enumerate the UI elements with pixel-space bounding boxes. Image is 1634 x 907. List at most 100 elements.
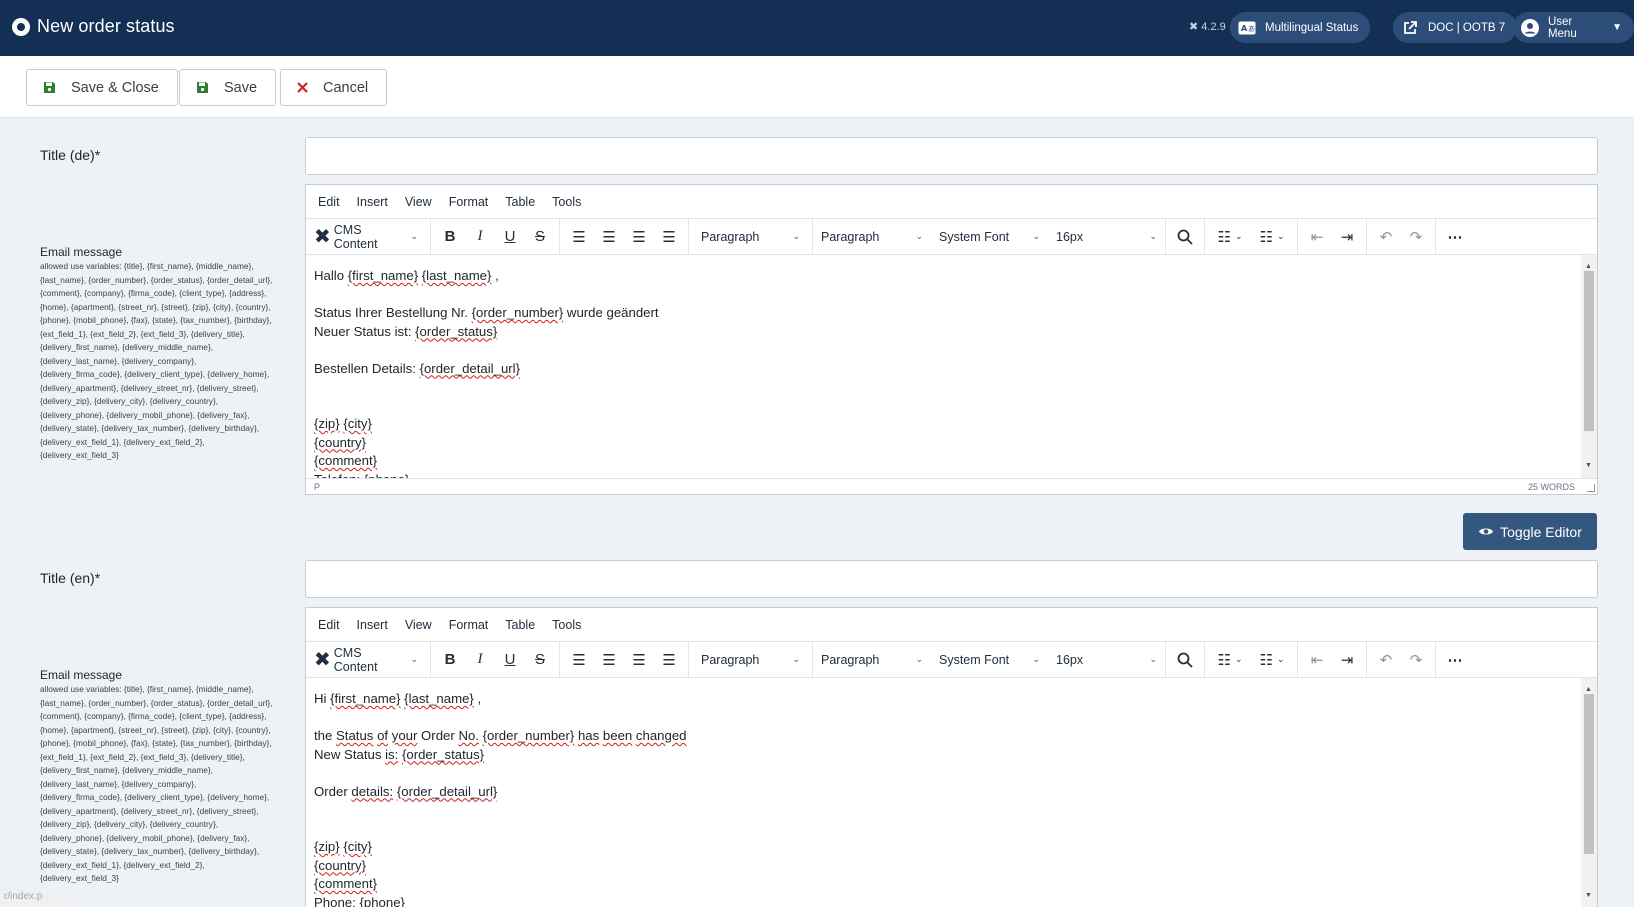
italic-button[interactable]: I xyxy=(465,223,495,251)
editor-line xyxy=(314,801,1589,820)
numbered-list-icon[interactable]: ☷ ⌄ xyxy=(1251,646,1293,674)
menu-format[interactable]: Format xyxy=(449,618,489,632)
status-circle-icon xyxy=(12,18,30,36)
menu-edit[interactable]: Edit xyxy=(318,618,340,632)
menu-table[interactable]: Table xyxy=(505,195,535,209)
editor-content-de[interactable]: ▲ ▼ Hallo {first_name} {last_name} , Sta… xyxy=(306,255,1597,478)
toggle-editor-button[interactable]: Toggle Editor xyxy=(1463,513,1597,550)
editor-line xyxy=(314,709,1589,728)
redo-icon[interactable]: ↷ xyxy=(1401,223,1431,251)
undo-icon[interactable]: ↶ xyxy=(1371,646,1401,674)
word-count: 25 WORDS xyxy=(1527,481,1575,492)
editor-line: {country} xyxy=(314,434,367,450)
underline-button[interactable]: U xyxy=(495,223,525,251)
editor-content-en[interactable]: ▲ ▼ Hi {first_name} {last_name} , the St… xyxy=(306,678,1597,907)
outdent-icon[interactable]: ⇤ xyxy=(1302,646,1332,674)
numbered-list-icon[interactable]: ☷ ⌄ xyxy=(1251,223,1293,251)
align-left-icon[interactable]: ☰ xyxy=(564,646,594,674)
chevron-down-icon: ⌄ xyxy=(915,231,923,241)
status-url-hint: r/index.p xyxy=(0,888,68,907)
external-link-icon xyxy=(1400,18,1420,38)
editor-line xyxy=(314,378,1589,397)
joomla-icon: ✖ xyxy=(1189,21,1199,33)
underline-button[interactable]: U xyxy=(495,646,525,674)
email-editor-en: Edit Insert View Format Table Tools ✖ CM… xyxy=(305,607,1598,907)
editor-line xyxy=(314,286,1589,305)
strikethrough-button[interactable]: S xyxy=(525,223,555,251)
editor-line: Phone: {phone} xyxy=(314,894,405,907)
chevron-down-icon: ⌄ xyxy=(792,231,800,241)
menu-insert[interactable]: Insert xyxy=(357,618,388,632)
font-family-dropdown[interactable]: System Font ⌄ xyxy=(931,223,1048,251)
cms-content-dropdown[interactable]: ✖ CMS Content ⌄ xyxy=(310,223,426,251)
align-right-icon[interactable]: ☰ xyxy=(624,646,654,674)
editor-toolbar: ✖ CMS Content ⌄ B I U S ☰ ☰ ☰ ☰ Paragrap… xyxy=(306,219,1597,255)
bullet-list-icon[interactable]: ☷ ⌄ xyxy=(1209,223,1251,251)
user-menu-button[interactable]: User Menu ▼ xyxy=(1513,12,1634,43)
allowed-variables-en: allowed use variables: {title}, {first_n… xyxy=(40,684,273,883)
redo-icon[interactable]: ↷ xyxy=(1401,646,1431,674)
search-icon[interactable] xyxy=(1170,223,1200,251)
editor-scrollbar[interactable]: ▲ ▼ xyxy=(1581,678,1597,907)
editor-line: {comment} xyxy=(314,876,378,891)
font-size-dropdown[interactable]: 16px ⌄ xyxy=(1048,223,1165,251)
chevron-down-icon: ⌄ xyxy=(915,654,923,664)
editor-line: Status Ihrer Bestellung Nr. {order_numbe… xyxy=(314,305,659,320)
editor-line: Telefon: {phone} xyxy=(314,471,1589,479)
save-close-button[interactable]: Save & Close xyxy=(26,69,178,106)
editor-menubar: Edit Insert View Format Table Tools xyxy=(306,608,1597,642)
indent-icon[interactable]: ⇥ xyxy=(1332,223,1362,251)
block-format-dropdown[interactable]: Paragraph ⌄ xyxy=(693,646,808,674)
element-path[interactable]: P xyxy=(314,482,320,492)
menu-insert[interactable]: Insert xyxy=(357,195,388,209)
menu-tools[interactable]: Tools xyxy=(552,195,581,209)
align-right-icon[interactable]: ☰ xyxy=(624,223,654,251)
menu-view[interactable]: View xyxy=(405,618,432,632)
editor-scrollbar[interactable]: ▲ ▼ xyxy=(1581,255,1597,478)
font-size-dropdown[interactable]: 16px ⌄ xyxy=(1048,646,1165,674)
paragraph-dropdown[interactable]: Paragraph ⌄ xyxy=(813,646,931,674)
doc-link-button[interactable]: DOC | OOTB 7 xyxy=(1393,12,1518,43)
chevron-down-icon: ⌄ xyxy=(1032,654,1040,664)
strikethrough-button[interactable]: S xyxy=(525,646,555,674)
title-de-input[interactable] xyxy=(305,137,1598,175)
email-editor-de: Edit Insert View Format Table Tools ✖ CM… xyxy=(305,184,1598,495)
align-center-icon[interactable]: ☰ xyxy=(594,223,624,251)
menu-edit[interactable]: Edit xyxy=(318,195,340,209)
align-justify-icon[interactable]: ☰ xyxy=(654,646,684,674)
resize-handle[interactable] xyxy=(1587,484,1595,492)
editor-statusbar: P 25 WORDS xyxy=(306,478,1597,494)
save-button[interactable]: Save xyxy=(179,69,277,106)
block-format-dropdown[interactable]: Paragraph ⌄ xyxy=(693,223,808,251)
undo-icon[interactable]: ↶ xyxy=(1371,223,1401,251)
align-left-icon[interactable]: ☰ xyxy=(564,223,594,251)
italic-button[interactable]: I xyxy=(465,646,495,674)
more-options-icon[interactable]: ⋯ xyxy=(1440,646,1470,674)
bold-button[interactable]: B xyxy=(435,223,465,251)
joomla-icon: ✖ xyxy=(314,226,331,248)
bold-button[interactable]: B xyxy=(435,646,465,674)
cms-content-dropdown[interactable]: ✖ CMS Content ⌄ xyxy=(310,646,426,674)
align-justify-icon[interactable]: ☰ xyxy=(654,223,684,251)
editor-line: Hallo {first_name} {last_name} , xyxy=(314,268,499,283)
title-en-input[interactable] xyxy=(305,560,1598,598)
cancel-button[interactable]: Cancel xyxy=(280,69,388,106)
search-icon[interactable] xyxy=(1170,646,1200,674)
indent-icon[interactable]: ⇥ xyxy=(1332,646,1362,674)
eye-icon xyxy=(1478,526,1494,537)
bullet-list-icon[interactable]: ☷ ⌄ xyxy=(1209,646,1251,674)
menu-view[interactable]: View xyxy=(405,195,432,209)
menu-table[interactable]: Table xyxy=(505,618,535,632)
paragraph-dropdown[interactable]: Paragraph ⌄ xyxy=(813,223,931,251)
editor-line: {country} xyxy=(314,857,367,873)
menu-tools[interactable]: Tools xyxy=(552,618,581,632)
align-center-icon[interactable]: ☰ xyxy=(594,646,624,674)
action-toolbar: Save & Close Save Cancel xyxy=(0,56,1634,118)
editor-line: {zip} {city} xyxy=(314,839,372,854)
multilingual-status-button[interactable]: Aあ Multilingual Status xyxy=(1230,12,1371,43)
font-family-dropdown[interactable]: System Font ⌄ xyxy=(931,646,1048,674)
menu-format[interactable]: Format xyxy=(449,195,489,209)
more-options-icon[interactable]: ⋯ xyxy=(1440,223,1470,251)
email-message-de-label: Email message xyxy=(40,245,123,259)
outdent-icon[interactable]: ⇤ xyxy=(1302,223,1332,251)
